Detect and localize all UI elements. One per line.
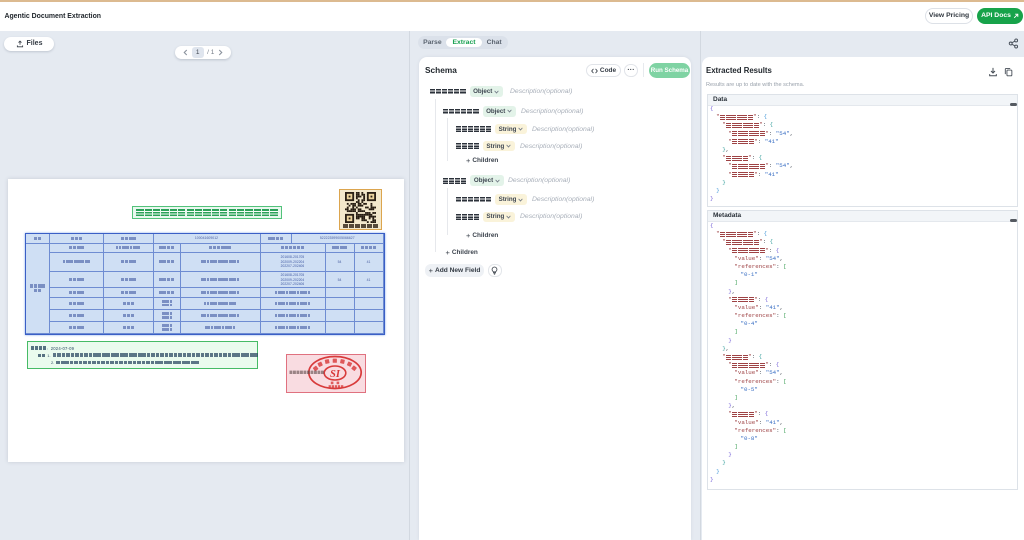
svg-text:SI: SI xyxy=(330,369,341,380)
